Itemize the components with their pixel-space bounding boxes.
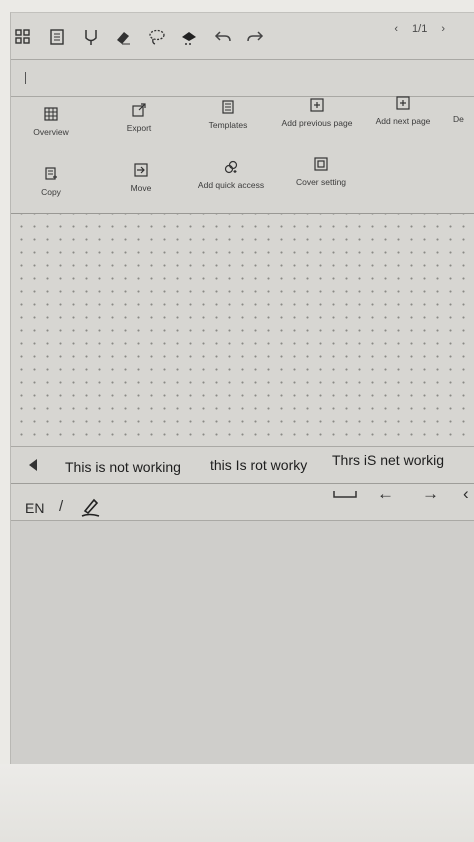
- menu-item-label: Add quick access: [197, 180, 265, 190]
- undo-icon[interactable]: [213, 27, 233, 47]
- screen: ‹ 1/1 › Overview Export Templates Add pr…: [10, 12, 474, 765]
- menu-item-move[interactable]: Move: [101, 163, 181, 193]
- templates-icon: [221, 100, 235, 114]
- text-cursor: [25, 72, 26, 84]
- separator: /: [59, 498, 64, 515]
- page-next-button[interactable]: ›: [441, 23, 445, 35]
- ink-icon[interactable]: [179, 27, 199, 47]
- menu-item-add-next-page[interactable]: Add next page: [363, 96, 443, 126]
- suggestion-1[interactable]: This is not working: [65, 459, 181, 475]
- device-bezel-bottom: [0, 764, 474, 842]
- pen-icon[interactable]: [81, 27, 101, 47]
- cursor-left-button[interactable]: ←: [377, 484, 394, 504]
- menu-item-label: Add previous page: [281, 118, 353, 128]
- more-keys-button[interactable]: ‹: [463, 484, 469, 504]
- document-icon[interactable]: [47, 27, 67, 47]
- add-next-page-icon: [396, 96, 410, 110]
- menu-item-label: Add next page: [375, 116, 431, 126]
- menu-item-copy[interactable]: Copy: [11, 167, 91, 197]
- cover-setting-icon: [314, 157, 328, 171]
- top-toolbar: ‹ 1/1 ›: [11, 13, 474, 60]
- suggestion-back-icon[interactable]: [29, 459, 37, 471]
- add-previous-page-icon: [310, 98, 324, 112]
- suggestion-3[interactable]: Thrs iS net workig: [332, 452, 444, 468]
- menu-item-label: Cover setting: [295, 177, 347, 187]
- menu-item-export[interactable]: Export: [99, 103, 179, 133]
- menu-item-label: De: [453, 114, 464, 124]
- menu-item-overview[interactable]: Overview: [11, 107, 91, 137]
- menu-item-label: Copy: [41, 187, 61, 197]
- overview-icon: [44, 107, 58, 121]
- add-quick-access-icon: [224, 160, 238, 174]
- language-toggle[interactable]: EN: [25, 500, 44, 516]
- page-navigator: ‹ 1/1 ›: [394, 23, 445, 35]
- device-bezel-left: [0, 14, 10, 764]
- menu-item-add-quick-access[interactable]: Add quick access: [191, 160, 271, 190]
- export-icon: [132, 103, 146, 117]
- menu-item-label: Move: [130, 183, 152, 193]
- eraser-icon[interactable]: [113, 27, 133, 47]
- handwriting-pen-icon[interactable]: [79, 496, 103, 518]
- keyboard-toolbar: EN / ← → ‹: [11, 484, 474, 521]
- more-menu: Overview Export Templates Add previous p…: [11, 96, 474, 214]
- menu-item-label: Export: [126, 123, 152, 133]
- menu-item-label: Templates: [208, 120, 248, 130]
- move-icon: [134, 163, 148, 177]
- handwriting-input-area[interactable]: [11, 521, 474, 765]
- grid-icon[interactable]: [13, 27, 33, 47]
- menu-item-cover-setting[interactable]: Cover setting: [281, 157, 361, 187]
- copy-icon: [44, 167, 58, 181]
- title-bar[interactable]: [11, 60, 474, 97]
- menu-item-add-previous-page[interactable]: Add previous page: [277, 98, 357, 128]
- suggestion-bar: This is not working this Is rot worky Th…: [11, 447, 474, 484]
- page-prev-button[interactable]: ‹: [394, 23, 398, 35]
- page-indicator: 1/1: [412, 23, 428, 35]
- space-icon[interactable]: [333, 486, 357, 498]
- cursor-right-button[interactable]: →: [422, 484, 439, 504]
- menu-item-templates[interactable]: Templates: [188, 100, 268, 130]
- menu-item-label: Overview: [33, 127, 69, 137]
- suggestion-2[interactable]: this Is rot worky: [210, 457, 307, 473]
- menu-item-delete[interactable]: De: [453, 114, 473, 124]
- lasso-icon[interactable]: [147, 27, 167, 47]
- dot-grid-canvas[interactable]: [11, 214, 474, 447]
- redo-icon[interactable]: [245, 27, 265, 47]
